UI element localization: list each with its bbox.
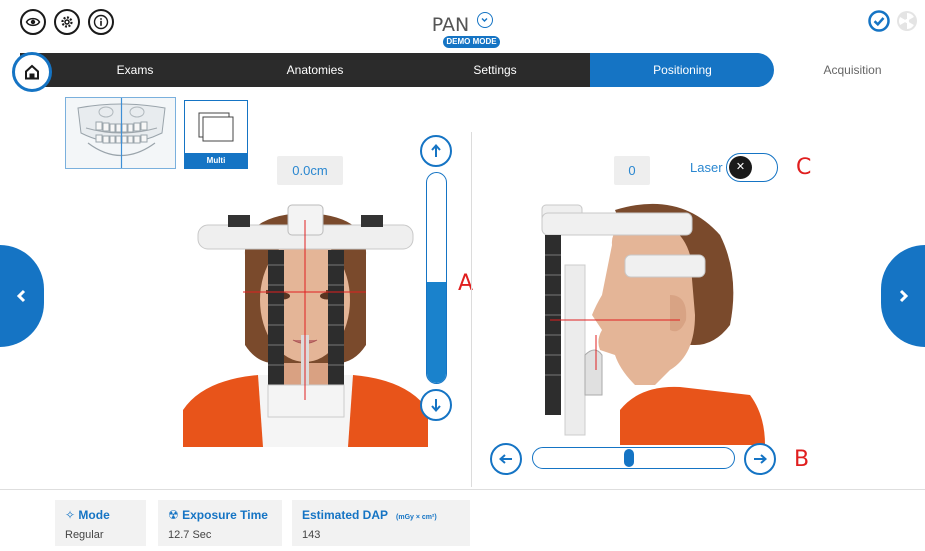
footer-divider: [0, 489, 925, 490]
patient-front-image: [183, 204, 428, 447]
depth-slider-thumb[interactable]: [624, 449, 634, 467]
arrow-up-icon: [431, 143, 441, 157]
front-view-illustration: [183, 195, 428, 447]
laser-toggle[interactable]: ✕: [726, 153, 778, 182]
sparkle-icon: ✧: [65, 508, 76, 522]
patient-side-image: [541, 203, 765, 445]
arrow-left-icon: [498, 454, 512, 464]
tab-settings[interactable]: Settings: [420, 53, 570, 87]
check-circle-icon: [868, 10, 890, 32]
mode-value: Regular: [65, 529, 104, 541]
depth-slider[interactable]: [532, 447, 735, 469]
next-page-button[interactable]: [881, 245, 925, 347]
marker-c: C: [796, 155, 812, 180]
move-back-button[interactable]: [490, 443, 522, 475]
confirm-button[interactable]: [868, 10, 890, 37]
panel-divider: [471, 132, 472, 487]
dap-unit: (mGy × cm²): [396, 514, 437, 521]
radiation-icon: [897, 11, 917, 31]
exposure-label: Exposure Time: [182, 508, 268, 522]
home-icon: [25, 64, 39, 80]
height-value-display: 0.0cm: [277, 156, 343, 185]
multi-thumbnail[interactable]: Multi: [184, 100, 248, 169]
chevron-right-icon: [899, 289, 909, 303]
depth-value-display: 0: [614, 156, 650, 185]
arrow-right-icon: [754, 454, 768, 464]
laser-label: Laser: [690, 160, 723, 175]
demo-mode-badge: DEMO MODE: [443, 36, 500, 48]
height-slider[interactable]: [426, 172, 447, 384]
dap-label: Estimated DAP: [302, 508, 389, 522]
exposure-value: 12.7 Sec: [168, 529, 212, 541]
panoramic-thumbnail[interactable]: [65, 97, 176, 169]
height-slider-fill: [427, 282, 446, 383]
dap-card: Estimated DAP (mGy × cm²) 143: [292, 500, 470, 546]
dap-value: 143: [302, 529, 321, 541]
multi-label: Multi: [185, 153, 247, 168]
home-button[interactable]: [12, 52, 52, 92]
mode-label: Mode: [78, 508, 110, 522]
radiation-icon: ☢: [168, 508, 179, 522]
radiation-button[interactable]: [896, 10, 918, 37]
multi-layers-icon: [198, 112, 234, 142]
chevron-left-icon: [16, 289, 26, 303]
exposure-card: ☢ Exposure Time 12.7 Sec: [158, 500, 282, 546]
move-up-button[interactable]: [420, 135, 452, 167]
tab-exams[interactable]: Exams: [60, 53, 210, 87]
tab-positioning[interactable]: Positioning: [600, 53, 765, 87]
move-forward-button[interactable]: [744, 443, 776, 475]
tab-anatomies[interactable]: Anatomies: [240, 53, 390, 87]
close-icon: ✕: [729, 156, 752, 179]
exam-title-selector[interactable]: PAN: [0, 12, 925, 36]
move-down-button[interactable]: [420, 389, 452, 421]
previous-page-button[interactable]: [0, 245, 44, 347]
panoramic-jaw-icon: [77, 98, 166, 168]
mode-card: ✧ Mode Regular: [55, 500, 146, 546]
tab-acquisition[interactable]: Acquisition: [790, 53, 915, 87]
marker-b: B: [794, 447, 810, 472]
exam-title: PAN: [431, 14, 470, 36]
arrow-down-icon: [431, 399, 441, 413]
chevron-down-icon: [477, 12, 494, 28]
side-view-illustration: [530, 195, 775, 445]
